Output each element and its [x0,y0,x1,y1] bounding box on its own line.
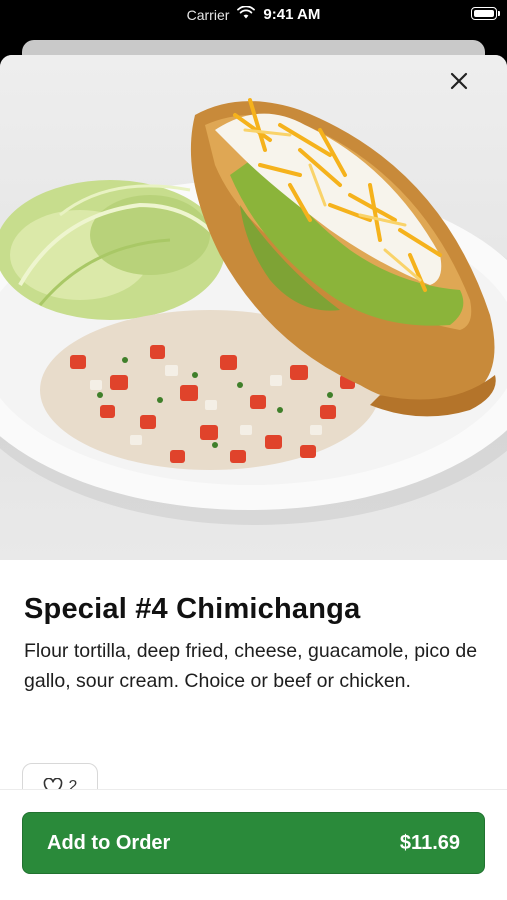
wifi-icon [237,5,256,23]
item-detail-sheet: Special #4 Chimichanga Flour tortilla, d… [0,55,507,900]
clock-time: 9:41 AM [263,6,321,23]
item-info: Special #4 Chimichanga Flour tortilla, d… [24,593,483,696]
status-center: Carrier 9:41 AM [0,5,507,23]
item-price: $11.69 [399,831,460,854]
add-to-order-label: Add to Order [47,831,171,854]
carrier-label: Carrier [186,6,230,23]
status-bar: Carrier 9:41 AM [0,0,507,32]
item-description: Flour tortilla, deep fried, cheese, guac… [24,640,478,692]
item-photo [0,55,507,560]
close-button[interactable] [449,71,491,113]
item-title: Special #4 Chimichanga [24,593,361,625]
battery-icon [471,7,500,20]
order-bar: Add to Order $11.69 [0,789,507,900]
add-to-order-button[interactable]: Add to Order $11.69 [22,812,485,874]
close-icon [450,72,468,90]
item-photo-illustration [0,98,507,525]
